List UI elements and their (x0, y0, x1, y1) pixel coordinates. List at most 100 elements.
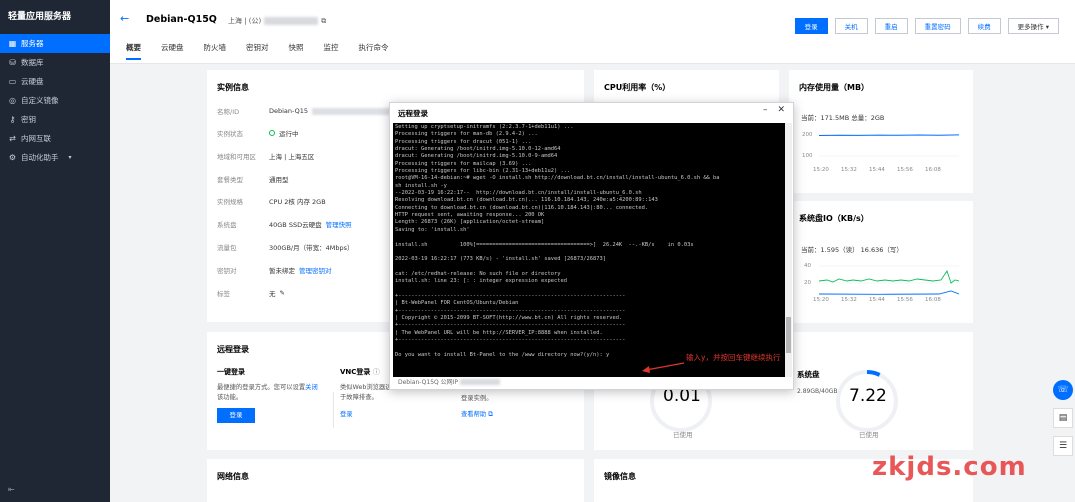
vnc-title: VNC登录 (340, 368, 371, 376)
sidebar-brand: 轻量应用服务器 (8, 12, 72, 22)
info-row-disk: 系统盘 40GB SSD云硬盘 管理快照 (217, 219, 352, 229)
sidebar-item-automation[interactable]: ⚙ 自动化助手 ▾ (0, 148, 110, 167)
terminal-line: cat: /etc/redhat-release: No such file o… (395, 270, 561, 277)
vnc-login-link[interactable]: 登录 (340, 409, 353, 418)
terminal-line: Processing triggers for dracut (051-1) .… (395, 138, 532, 145)
sidebar-item-server[interactable]: ▦ 服务器 (0, 34, 110, 53)
terminal-line: HTTP request sent, awaiting response... … (395, 212, 545, 219)
sidebar-item-disk[interactable]: ▭ 云硬盘 (0, 72, 110, 91)
vnc-title-wrap: VNC登录 ⓘ (340, 367, 380, 377)
info-label: 标签 (217, 290, 230, 298)
external-link-icon: ⧉ (488, 411, 493, 418)
sidebar-item-label: 服务器 (21, 39, 44, 48)
x-tick-label: 15:56 (897, 297, 913, 303)
reset-password-button[interactable]: 重置密码 (914, 18, 961, 34)
renew-button[interactable]: 续费 (967, 18, 1001, 34)
one-click-desc-text: 最便捷的登录方式。您可以设置 (217, 384, 306, 391)
list-icon[interactable]: ☰ (1053, 436, 1073, 456)
info-row-keypair: 密钥对 暂未绑定 管理密钥对 (217, 265, 332, 275)
terminal-line: root@VM-16-14-debian:~# wget -O install.… (395, 175, 720, 182)
sidebar-item-network[interactable]: ⇄ 内网互联 (0, 129, 110, 148)
tab-disk[interactable]: 云硬盘 (161, 42, 184, 60)
info-label: 系统盘 (217, 221, 237, 229)
terminal-output[interactable]: Setting up cryptsetup-initramfs (2:2.3.7… (393, 123, 785, 377)
x-tick-label: 15:20 (813, 297, 829, 303)
info-value: 300GB/月（带宽：4Mbps） (269, 244, 354, 252)
terminal-line: | The WebPanel URL will be http://SERVER… (395, 329, 603, 336)
disable-link[interactable]: 关闭 (305, 384, 318, 391)
info-row-tags: 标签 无 ✎ (217, 288, 285, 298)
disk-usage-value: 7.22 (849, 386, 887, 406)
tab-snapshot[interactable]: 快照 (289, 42, 304, 60)
info-value: 上海 | 上海五区 (269, 153, 315, 161)
sidebar-item-label: 数据库 (21, 58, 44, 67)
terminal-scrollbar-thumb[interactable] (786, 317, 791, 353)
minimize-icon[interactable]: – (763, 105, 768, 115)
y-tick-label: 40 (804, 263, 811, 269)
traffic-usage-label: 已使用 (673, 431, 693, 439)
remote-login-title: 远程登录 (217, 345, 249, 354)
edit-icon[interactable]: ✎ (280, 289, 285, 297)
close-icon[interactable]: ✕ (777, 105, 785, 115)
help-link[interactable]: 查看帮助 ⧉ (461, 409, 493, 419)
system-disk-title: 系统盘 (797, 370, 820, 379)
sidebar-item-database[interactable]: ⛁ 数据库 (0, 53, 110, 72)
info-row-spec: 实例规格 CPU 2核 内存 2GB (217, 196, 326, 206)
x-tick-label: 15:32 (841, 297, 857, 303)
tab-firewall[interactable]: 防火墙 (204, 42, 227, 60)
tab-overview[interactable]: 概要 (126, 42, 141, 60)
one-click-login-button[interactable]: 登录 (217, 408, 255, 423)
memory-title: 内存使用量（MB） (799, 83, 870, 92)
manage-keypair-link[interactable]: 管理密钥对 (299, 265, 332, 275)
tags-value: 无 (269, 290, 276, 298)
info-label: 套餐类型 (217, 176, 243, 184)
info-row-traffic: 流量包 300GB/月（带宽：4Mbps） (217, 242, 353, 252)
shutdown-button[interactable]: 关机 (834, 18, 868, 34)
annotation-text: 输入y，并按回车键继续执行 (686, 353, 781, 362)
vnc-desc-text: 于故障排查。 (340, 394, 378, 401)
terminal-line: --2022-03-19 16:22:17-- http://download.… (395, 190, 642, 197)
info-row-plan: 套餐类型 通用型 (217, 174, 289, 184)
collapse-icon[interactable]: ⇤ (8, 485, 15, 494)
info-label: 地域和可用区 (217, 153, 256, 161)
tab-command[interactable]: 执行命令 (359, 42, 389, 60)
remote-login-modal: 远程登录 – ✕ Setting up cryptsetup-initramfs… (389, 102, 794, 390)
back-arrow-icon[interactable]: ← (120, 12, 129, 25)
annotation-arrow-icon (642, 362, 685, 373)
y-tick-label: 20 (804, 280, 811, 286)
terminal-line: 2022-03-19 16:22:17 (773 KB/s) - 'instal… (395, 256, 606, 263)
terminal-line: +---------------------------------------… (395, 322, 626, 329)
tab-monitor[interactable]: 监控 (324, 42, 339, 60)
masked-ip (460, 378, 501, 385)
support-icon[interactable]: ☏ (1053, 380, 1073, 400)
info-icon: ⓘ (372, 368, 380, 376)
page-header: ← Debian-Q15Q 上海 | (公) ⧉ 登录 关机 重启 重置密码 续… (110, 0, 1075, 64)
floating-tools: ☏ ▤ ☰ (1053, 380, 1075, 464)
instance-region: 上海 | (公) ⧉ (228, 16, 326, 26)
sidebar-item-label: 云硬盘 (21, 77, 44, 86)
keypair-value: 暂未绑定 (269, 267, 295, 275)
tab-keypair[interactable]: 密钥对 (246, 42, 269, 60)
docs-icon[interactable]: ▤ (1053, 408, 1073, 428)
terminal-line: Processing triggers for libc-bin (2.31-1… (395, 168, 571, 175)
terminal-line: | Bt-WebPanel FOR CentOS/Ubuntu/Debian (395, 300, 519, 307)
memory-card: 内存使用量（MB） 当前：171.5MB 总量：2GB 200 100 15:2… (789, 70, 973, 193)
masked-ip (264, 17, 319, 25)
manage-snapshot-link[interactable]: 管理快照 (326, 219, 352, 229)
sidebar-item-key[interactable]: ⚷ 密钥 (0, 110, 110, 129)
info-value: 运行中 (269, 128, 299, 138)
network-icon: ⇄ (9, 134, 16, 143)
sidebar-item-image[interactable]: ◎ 自定义镜像 (0, 91, 110, 110)
restart-button[interactable]: 重启 (874, 18, 908, 34)
help-link-text: 查看帮助 (461, 411, 487, 418)
y-tick-label: 200 (802, 132, 813, 138)
copy-icon[interactable]: ⧉ (321, 17, 326, 26)
disk-io-title: 系统盘IO（KB/s） (799, 214, 869, 223)
vnc-desc-text: 类似Web浏览器远 (340, 384, 392, 391)
info-label: 实例规格 (217, 198, 243, 206)
more-actions-button[interactable]: 更多操作 ▾ (1007, 18, 1059, 34)
login-button[interactable]: 登录 (794, 18, 828, 34)
